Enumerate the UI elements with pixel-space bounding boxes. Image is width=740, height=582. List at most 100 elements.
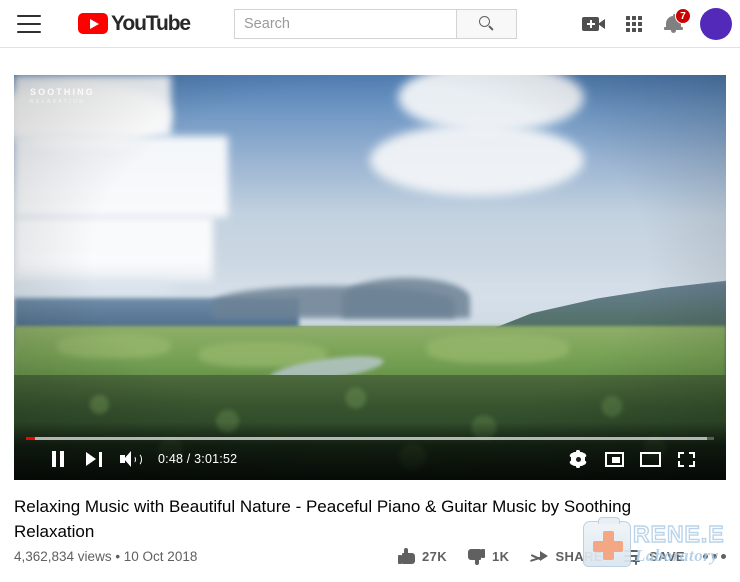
share-icon: [530, 550, 549, 564]
video-frame: [14, 75, 726, 480]
search-group: [234, 8, 518, 39]
youtube-wordmark: YouTube: [111, 11, 191, 35]
grid-dot: [632, 16, 636, 20]
magnifier-handle: [488, 25, 494, 31]
pause-bar: [52, 451, 56, 467]
dislike-button[interactable]: 1K: [468, 548, 509, 565]
thumbs-down-icon: [468, 548, 486, 565]
dot: [703, 554, 708, 559]
apps-grid-icon: [626, 16, 642, 32]
gear-core: [571, 452, 585, 466]
share-button[interactable]: SHARE: [530, 549, 603, 564]
like-count: 27K: [421, 549, 448, 564]
pause-button[interactable]: [40, 442, 76, 476]
next-video-button[interactable]: [76, 442, 112, 476]
next-icon: [86, 451, 102, 467]
header-actions: 7: [574, 0, 740, 48]
theater-icon: [639, 451, 661, 467]
volume-button[interactable]: [112, 442, 148, 476]
search-box[interactable]: [234, 8, 457, 39]
bell-clapper: [671, 29, 676, 33]
hamburger-line: [17, 22, 41, 25]
apps-button[interactable]: [614, 4, 654, 44]
corner: [688, 460, 695, 467]
hamburger-menu-icon[interactable]: [17, 14, 41, 33]
video-actions: 27K 1K SHARE SAVE: [397, 548, 726, 565]
dot: [712, 554, 717, 559]
notifications-button[interactable]: 7: [654, 4, 694, 44]
youtube-logo[interactable]: YouTube: [78, 11, 191, 36]
video-player[interactable]: SOOTHING RELAXATION 0:48 / 3:01:52: [14, 75, 726, 480]
play-triangle: [89, 18, 99, 29]
hamburger-line: [17, 14, 41, 17]
search-button[interactable]: [456, 8, 518, 39]
playlist-line: [623, 550, 638, 552]
branding-title: SOOTHING: [30, 87, 95, 97]
branding-subtitle: RELAXATION: [30, 99, 86, 105]
like-button[interactable]: 27K: [397, 548, 448, 565]
grid-dot: [626, 22, 630, 26]
pause-bar: [60, 451, 64, 467]
thumb-stem: [481, 549, 486, 558]
next-triangle: [86, 451, 96, 466]
corner: [677, 460, 684, 467]
youtube-play-icon: [78, 13, 108, 34]
search-icon: [479, 16, 494, 31]
grid-dot: [638, 28, 642, 32]
volume-icon: [120, 451, 142, 467]
grid-dot: [626, 28, 630, 32]
channel-branding-overlay: SOOTHING RELAXATION: [30, 87, 95, 105]
gear-icon: [569, 450, 587, 468]
playlist-line: [623, 560, 632, 562]
dislike-count: 1K: [492, 549, 510, 564]
player-right-controls: [534, 442, 704, 476]
theater-mode-button[interactable]: [632, 442, 668, 476]
corner: [677, 451, 684, 458]
search-input[interactable]: [244, 15, 457, 32]
add-to-playlist-icon: [623, 549, 642, 565]
thumbs-up-icon: [397, 548, 415, 565]
grid-dot: [632, 28, 636, 32]
share-arrowhead: [540, 550, 549, 561]
video-camera-plus-icon: [582, 16, 606, 32]
bell-icon: 7: [663, 8, 691, 35]
miniplayer-icon: [604, 451, 624, 467]
settings-button[interactable]: [560, 442, 596, 476]
time-display: 0:48 / 3:01:52: [158, 452, 238, 466]
progress-buffered: [26, 437, 708, 440]
camera-lens: [598, 19, 605, 29]
player-controls: 0:48 / 3:01:52: [14, 442, 726, 476]
avatar[interactable]: [700, 8, 732, 40]
corner: [688, 451, 695, 458]
pause-icon: [52, 451, 64, 467]
progress-bar[interactable]: [26, 437, 714, 440]
save-label: SAVE: [648, 549, 685, 564]
progress-played: [26, 437, 35, 440]
thumb-tip: [403, 548, 408, 554]
save-button[interactable]: SAVE: [623, 549, 685, 565]
plus-horizontal: [586, 23, 595, 25]
youtube-masthead: YouTube Search 7: [0, 0, 740, 48]
thumb-stem: [397, 555, 402, 564]
share-label: SHARE: [555, 549, 603, 564]
grid-dot: [626, 16, 630, 20]
grid-dot: [638, 22, 642, 26]
page-title: Relaxing Music with Beautiful Nature - P…: [14, 497, 632, 541]
thumb-tip: [475, 559, 480, 565]
video-meta-section: Relaxing Music with Beautiful Nature - P…: [14, 494, 726, 565]
notification-badge: 7: [675, 8, 691, 24]
dot: [721, 554, 726, 559]
miniplayer-button[interactable]: [596, 442, 632, 476]
speaker-cone: [124, 451, 131, 467]
vignette: [14, 75, 726, 480]
fullscreen-icon: [677, 451, 695, 467]
hamburger-line: [17, 30, 41, 33]
fullscreen-button[interactable]: [668, 442, 704, 476]
more-actions-button[interactable]: [703, 554, 726, 559]
volume-wave: [133, 452, 142, 466]
playlist-plus-horizontal: [632, 560, 641, 562]
grid-dot: [638, 16, 642, 20]
thumb-pad: [401, 553, 415, 564]
next-bar: [99, 451, 102, 467]
create-video-button[interactable]: [574, 4, 614, 44]
